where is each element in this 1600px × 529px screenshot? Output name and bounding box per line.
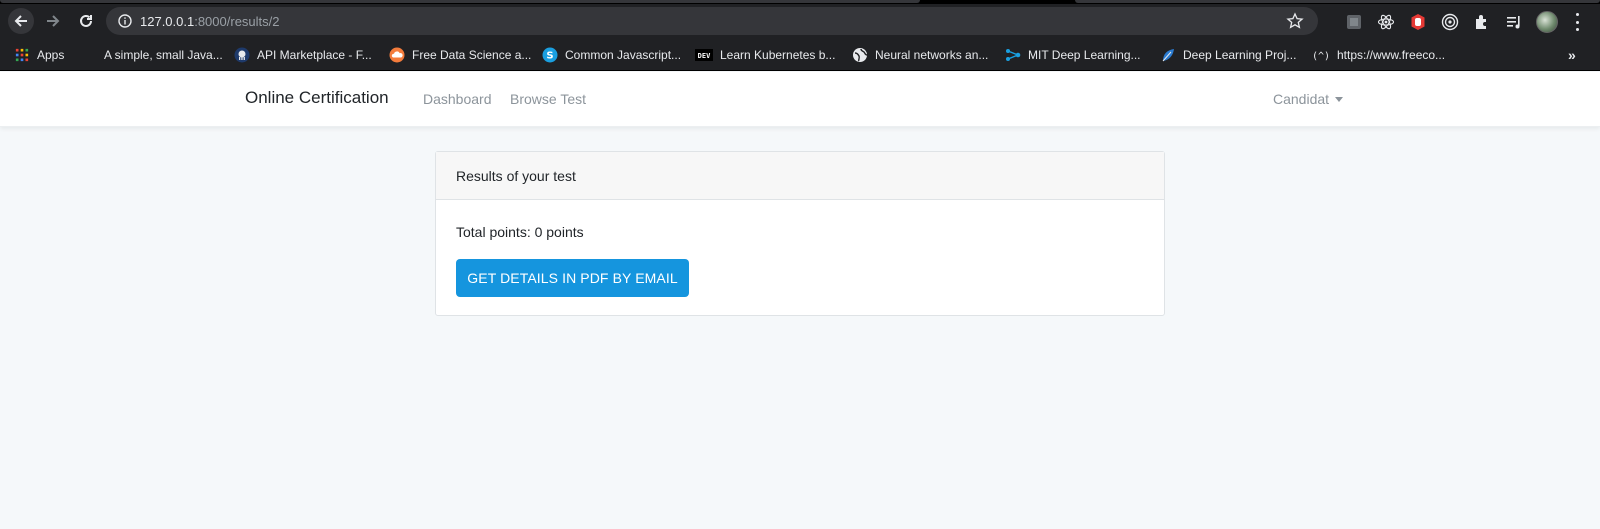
bookmark-label: API Marketplace - F...: [257, 48, 372, 62]
caret-down-icon: [1335, 96, 1344, 102]
network-icon: [1005, 47, 1021, 63]
react-devtools-icon[interactable]: [1377, 13, 1395, 31]
total-points: Total points: 0 points: [456, 224, 584, 240]
bookmark-label: A simple, small Java...: [104, 48, 223, 62]
address-bar[interactable]: 127.0.0.1:8000/results/2: [106, 7, 1318, 35]
get-pdf-by-email-button[interactable]: GET DETAILS IN PDF BY EMAIL: [456, 259, 689, 297]
bookmark-item[interactable]: A simple, small Java...: [104, 46, 223, 64]
results-card: Results of your test Total points: 0 poi…: [435, 151, 1165, 316]
card-header: Results of your test: [436, 152, 1164, 200]
user-name: Candidat: [1273, 91, 1330, 107]
bookmark-apps[interactable]: Apps: [14, 46, 64, 64]
apps-grid-icon: [14, 47, 30, 63]
reload-icon: [80, 14, 92, 27]
extension-square-icon[interactable]: [1345, 13, 1363, 31]
bookmark-item[interactable]: Free Data Science a...: [389, 46, 531, 64]
bookmark-item[interactable]: API Marketplace - F...: [234, 46, 372, 64]
bookmark-item[interactable]: DEV Learn Kubernetes b...: [695, 46, 835, 64]
target-icon[interactable]: [1441, 13, 1459, 31]
bookmark-item[interactable]: MIT Deep Learning...: [1005, 46, 1141, 64]
octopus-icon: [234, 47, 250, 63]
profile-avatar[interactable]: [1536, 11, 1558, 33]
reload-button[interactable]: [73, 8, 99, 34]
bookmark-item[interactable]: (^) https://www.freeco...: [1312, 46, 1445, 64]
user-dropdown[interactable]: Candidat: [1273, 91, 1344, 107]
brand-link[interactable]: Online Certification: [245, 88, 389, 108]
url-path: :8000/results/2: [194, 14, 280, 29]
bookmark-label: Neural networks an...: [875, 48, 989, 62]
nav-link-browse-test[interactable]: Browse Test: [510, 91, 586, 107]
bookmark-label: Learn Kubernetes b...: [720, 48, 836, 62]
puzzle-extensions-icon[interactable]: [1473, 13, 1491, 31]
cloud-icon: [389, 47, 405, 63]
bookmark-label: https://www.freeco...: [1337, 48, 1446, 62]
bookmarks-overflow-icon[interactable]: »: [1568, 47, 1576, 63]
back-button[interactable]: [8, 8, 34, 34]
s-logo-icon: S: [542, 47, 558, 63]
bookmark-item[interactable]: Neural networks an...: [852, 46, 988, 64]
bookmark-label: MIT Deep Learning...: [1028, 48, 1141, 62]
url-text: 127.0.0.1:8000/results/2: [140, 14, 280, 29]
arrow-left-icon: [14, 15, 27, 27]
bookmark-label: Apps: [37, 48, 65, 62]
browser-tab[interactable]: [0, 0, 920, 3]
svg-text:S: S: [546, 51, 553, 62]
globe-icon: [852, 47, 868, 63]
browser-menu-icon[interactable]: [1574, 13, 1580, 31]
bookmark-item[interactable]: S Common Javascript...: [542, 46, 681, 64]
bookmark-label: Deep Learning Proj...: [1183, 48, 1297, 62]
leaf-icon: [1160, 47, 1176, 63]
browser-toolbar: 127.0.0.1:8000/results/2: [0, 4, 1600, 38]
hand-blocker-icon[interactable]: [1409, 13, 1427, 31]
nav-link-dashboard[interactable]: Dashboard: [423, 91, 492, 107]
bookmark-label: Common Javascript...: [565, 48, 682, 62]
info-icon[interactable]: [118, 14, 132, 28]
arrow-right-icon: [47, 15, 60, 27]
freecodecamp-icon: (^): [1312, 47, 1330, 63]
card-body: Total points: 0 points: [436, 200, 1164, 264]
svg-text:DEV: DEV: [698, 52, 711, 60]
forward-button[interactable]: [40, 8, 66, 34]
browser-tab[interactable]: [1075, 0, 1600, 3]
app-navbar: Online Certification Dashboard Browse Te…: [0, 72, 1600, 127]
media-playlist-icon[interactable]: [1505, 13, 1523, 31]
svg-text:(^): (^): [1312, 51, 1330, 62]
star-icon[interactable]: [1286, 12, 1304, 30]
bookmark-item[interactable]: Deep Learning Proj...: [1160, 46, 1296, 64]
dev-logo-icon: DEV: [695, 47, 713, 63]
bookmark-label: Free Data Science a...: [412, 48, 532, 62]
bookmarks-bar: Apps A simple, small Java... API Marketp…: [0, 38, 1600, 71]
url-host: 127.0.0.1: [140, 14, 195, 29]
